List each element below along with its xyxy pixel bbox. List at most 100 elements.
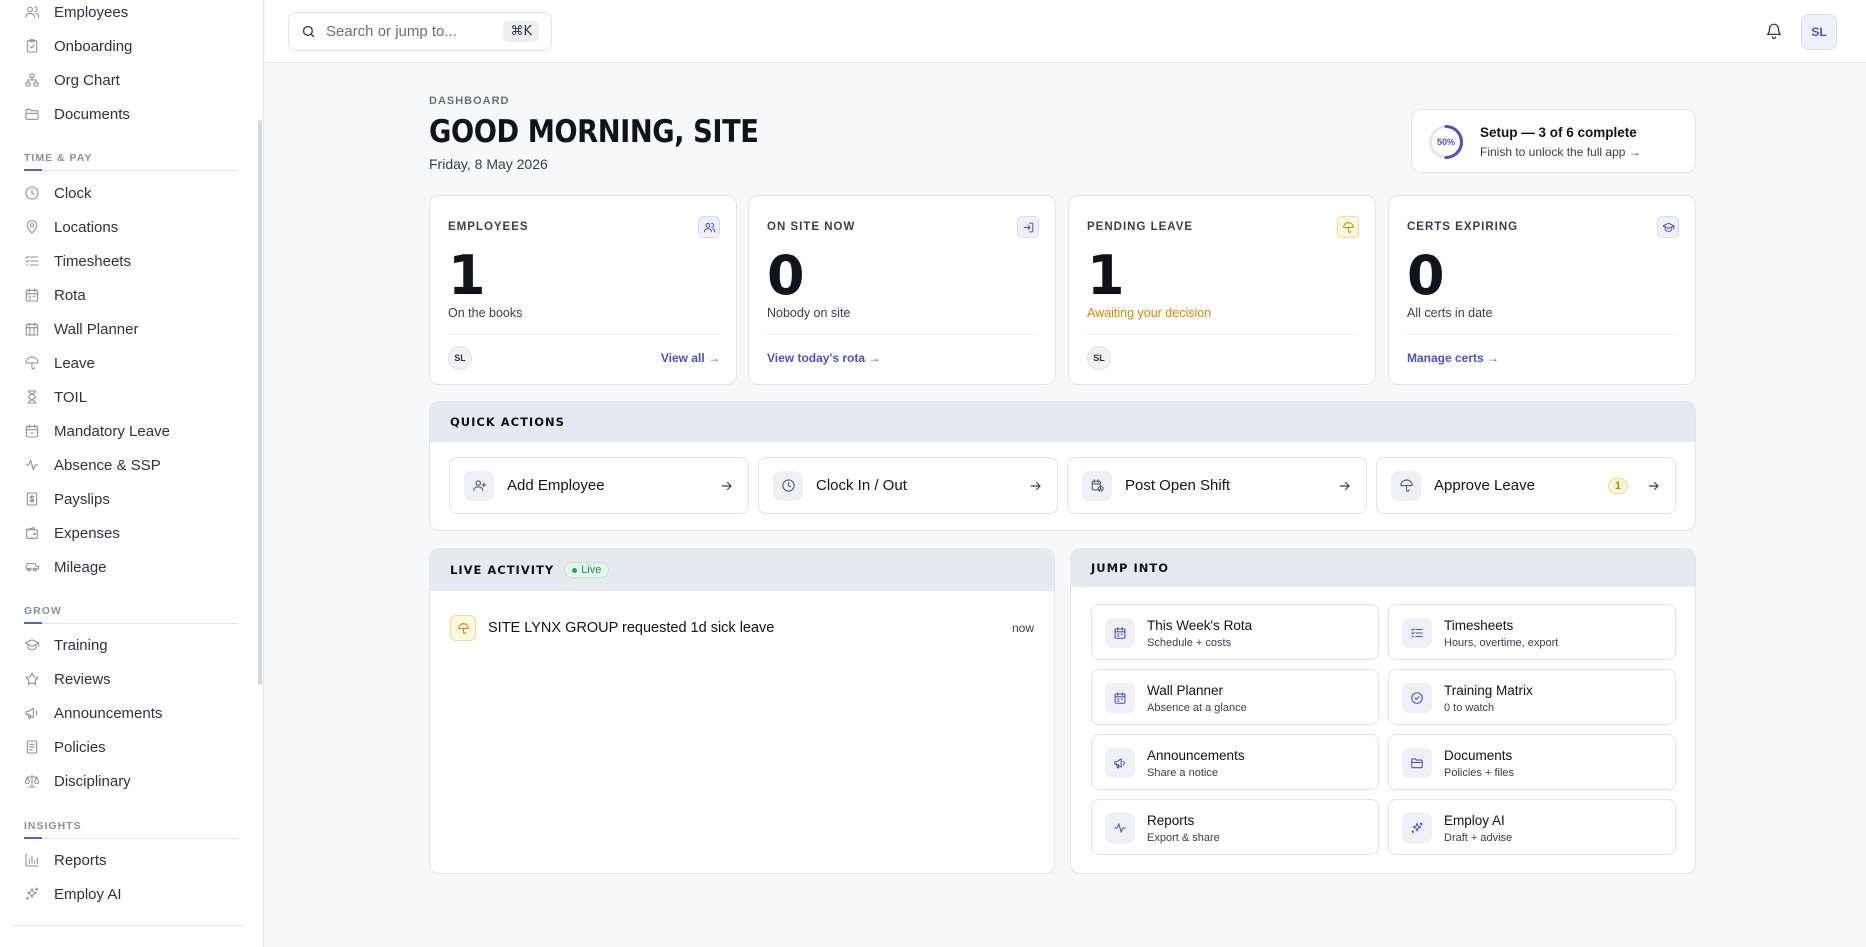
stat-divider (767, 334, 1039, 335)
jump-link-title: Timesheets (1444, 618, 1514, 633)
stat-link-view-today-s-rota[interactable]: View today's rota → (767, 351, 880, 365)
stat-value: 1 (1087, 244, 1125, 307)
quick-action-add-employee[interactable]: Add Employee (449, 457, 749, 514)
jump-link-title: Employ AI (1444, 813, 1505, 828)
megaphone-icon (1105, 748, 1135, 778)
jump-link-wall-planner[interactable]: Wall Planner Absence at a glance (1091, 669, 1379, 725)
arrow-right-icon (1029, 479, 1043, 493)
activity-time: now (1011, 621, 1034, 635)
umbrella-icon (450, 615, 476, 641)
quick-action-label: Clock In / Out (816, 477, 907, 494)
umbrella-icon (1391, 470, 1421, 501)
jump-link-title: Documents (1444, 748, 1513, 763)
jump-link-subtitle: Export & share (1147, 832, 1220, 844)
quick-action-label: Post Open Shift (1125, 477, 1231, 494)
jump-link-subtitle: Share a notice (1147, 767, 1218, 779)
stat-subtext: Awaiting your decision (1087, 306, 1212, 320)
jump-link-subtitle: Hours, overtime, export (1444, 637, 1559, 649)
live-activity-panel: LIVE ACTIVITY Live SITE LYNX GROUP reque… (429, 548, 1055, 874)
stat-label: ON SITE NOW (767, 221, 856, 233)
live-activity-header: LIVE ACTIVITY Live (430, 549, 1054, 591)
quick-action-post-open-shift[interactable]: Post Open Shift (1067, 457, 1367, 514)
page-title: GOOD MORNING, SITE (429, 114, 759, 150)
stat-link-view-all[interactable]: View all → (661, 351, 720, 365)
arrow-right-icon (1647, 479, 1661, 493)
quick-action-label: Add Employee (507, 477, 605, 494)
user-plus-icon (464, 470, 494, 501)
avatar: SL (448, 346, 472, 370)
quick-action-clock-in-out[interactable]: Clock In / Out (758, 457, 1058, 514)
stat-divider (448, 334, 720, 335)
stat-card-on-site-now: ON SITE NOW 0 Nobody on site View today's r… (748, 195, 1056, 385)
quick-actions-header: QUICK ACTIONS (430, 402, 1695, 442)
jump-link-title: Reports (1147, 813, 1195, 828)
jump-link-subtitle: Absence at a glance (1147, 702, 1247, 714)
stat-subtext: Nobody on site (767, 306, 851, 320)
jump-link-reports[interactable]: Reports Export & share (1091, 799, 1379, 855)
users-icon (698, 216, 720, 238)
stat-card-employees: EMPLOYEES 1 On the books SL View all → (429, 195, 737, 385)
live-dot (572, 567, 578, 573)
stat-divider (1087, 334, 1359, 335)
jump-link-title: Training Matrix (1444, 683, 1533, 698)
stat-value: 0 (767, 244, 805, 307)
calendar-icon (1105, 683, 1135, 713)
stat-label: EMPLOYEES (448, 221, 529, 233)
avatar: SL (1087, 346, 1111, 370)
arrow-right-icon (1338, 479, 1352, 493)
jump-link-title: Wall Planner (1147, 683, 1224, 698)
setup-progress-card[interactable]: 50% Setup — 3 of 6 complete Finish to un… (1411, 109, 1696, 173)
dashboard-main: DASHBOARD GOOD MORNING, SITE Friday, 8 M… (0, 0, 1866, 947)
jump-into-title: JUMP INTO (1091, 561, 1170, 575)
umbrella-icon (1337, 216, 1359, 238)
jump-link-announcements[interactable]: Announcements Share a notice (1091, 734, 1379, 790)
stat-link-manage-certs[interactable]: Manage certs → (1407, 351, 1499, 365)
live-pill-label: Live (581, 564, 602, 576)
page-date: Friday, 8 May 2026 (429, 156, 548, 172)
stat-label: CERTS EXPIRING (1407, 221, 1519, 233)
page-eyebrow: DASHBOARD (429, 95, 510, 107)
setup-percent: 50% (1436, 137, 1455, 147)
jump-link-training-matrix[interactable]: Training Matrix 0 to watch (1388, 669, 1676, 725)
count-badge: 1 (1607, 477, 1628, 494)
jump-link-subtitle: Draft + advise (1444, 832, 1513, 844)
list-check-icon (1402, 618, 1432, 648)
live-activity-title: LIVE ACTIVITY (450, 563, 555, 577)
check-circle-icon (1402, 683, 1432, 713)
live-status-badge: Live (564, 562, 610, 578)
jump-link-timesheets[interactable]: Timesheets Hours, overtime, export (1388, 604, 1676, 660)
stat-value: 0 (1407, 244, 1445, 307)
activity-text: SITE LYNX GROUP requested 1d sick leave (488, 620, 775, 636)
calendar-clock-icon (1082, 470, 1112, 501)
quick-action-label: Approve Leave (1434, 477, 1535, 494)
jump-link-subtitle: Policies + files (1444, 767, 1515, 779)
sparkles-icon (1402, 813, 1432, 843)
jump-link-subtitle: Schedule + costs (1147, 637, 1232, 649)
quick-actions-title: QUICK ACTIONS (450, 415, 565, 429)
stat-subtext: All certs in date (1407, 306, 1493, 320)
sign-in-icon (1017, 216, 1039, 238)
quick-action-approve-leave[interactable]: Approve Leave 1 (1376, 457, 1676, 514)
jump-link-this-week-s-rota[interactable]: This Week's Rota Schedule + costs (1091, 604, 1379, 660)
setup-subtitle: Finish to unlock the full app → (1480, 145, 1641, 159)
jump-link-subtitle: 0 to watch (1444, 702, 1495, 714)
folder-icon (1402, 748, 1432, 778)
jump-link-title: Announcements (1147, 748, 1245, 763)
stat-value: 1 (448, 244, 486, 307)
activity-icon (1105, 813, 1135, 843)
stat-card-pending-leave: PENDING LEAVE 1 Awaiting your decision SL (1068, 195, 1376, 385)
jump-link-title: This Week's Rota (1147, 618, 1253, 633)
jump-link-documents[interactable]: Documents Policies + files (1388, 734, 1676, 790)
stat-label: PENDING LEAVE (1087, 221, 1194, 233)
stat-divider (1407, 334, 1679, 335)
activity-item[interactable]: SITE LYNX GROUP requested 1d sick leave n… (450, 615, 1034, 641)
clock-icon (773, 470, 803, 501)
jump-into-header: JUMP INTO (1071, 549, 1695, 587)
setup-title: Setup — 3 of 6 complete (1480, 125, 1637, 140)
stat-card-certs-expiring: CERTS EXPIRING 0 All certs in date Manage c… (1388, 195, 1696, 385)
arrow-right-icon (720, 479, 734, 493)
graduation-cap-icon (1657, 216, 1679, 238)
stat-subtext: On the books (448, 306, 523, 320)
calendar-icon (1105, 618, 1135, 648)
jump-link-employ-ai[interactable]: Employ AI Draft + advise (1388, 799, 1676, 855)
